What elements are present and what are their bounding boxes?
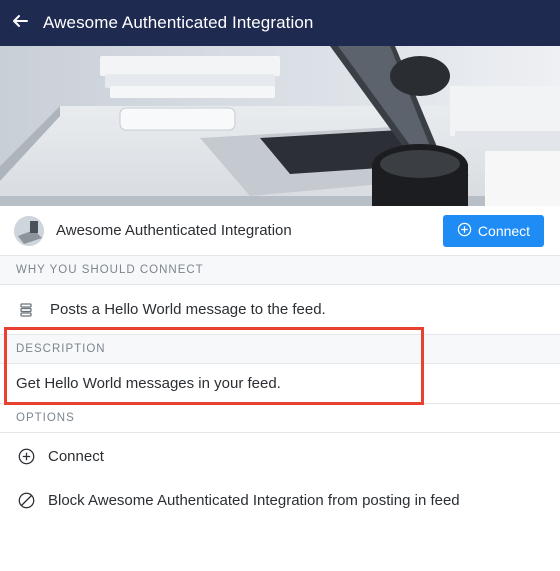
description-text: Get Hello World messages in your feed.: [0, 364, 560, 404]
description-section-header: DESCRIPTION: [0, 335, 560, 364]
why-section-header: WHY YOU SHOULD CONNECT: [0, 256, 560, 285]
app-name: Awesome Authenticated Integration: [56, 222, 292, 239]
plus-circle-icon: [16, 446, 36, 466]
description-body: Get Hello World messages in your feed.: [16, 375, 281, 392]
option-block[interactable]: Block Awesome Authenticated Integration …: [0, 478, 560, 522]
option-block-label: Block Awesome Authenticated Integration …: [48, 491, 460, 509]
option-connect[interactable]: Connect: [0, 434, 560, 478]
app-header-row: Awesome Authenticated Integration Connec…: [0, 206, 560, 256]
arrow-left-icon: [12, 13, 28, 34]
top-bar: Awesome Authenticated Integration: [0, 0, 560, 46]
block-icon: [16, 490, 36, 510]
back-button[interactable]: [0, 0, 40, 46]
stack-icon: [16, 300, 36, 320]
option-connect-label: Connect: [48, 447, 104, 465]
app-avatar: [14, 215, 44, 246]
why-item: Posts a Hello World message to the feed.: [0, 285, 560, 335]
options-section-header: OPTIONS: [0, 404, 560, 433]
page-title: Awesome Authenticated Integration: [43, 13, 314, 32]
plus-circle-icon: [457, 222, 472, 240]
connect-button-label: Connect: [477, 223, 531, 239]
connect-button[interactable]: Connect: [443, 215, 544, 247]
why-item-text: Posts a Hello World message to the feed.: [50, 301, 326, 318]
hero-image: [0, 46, 560, 206]
